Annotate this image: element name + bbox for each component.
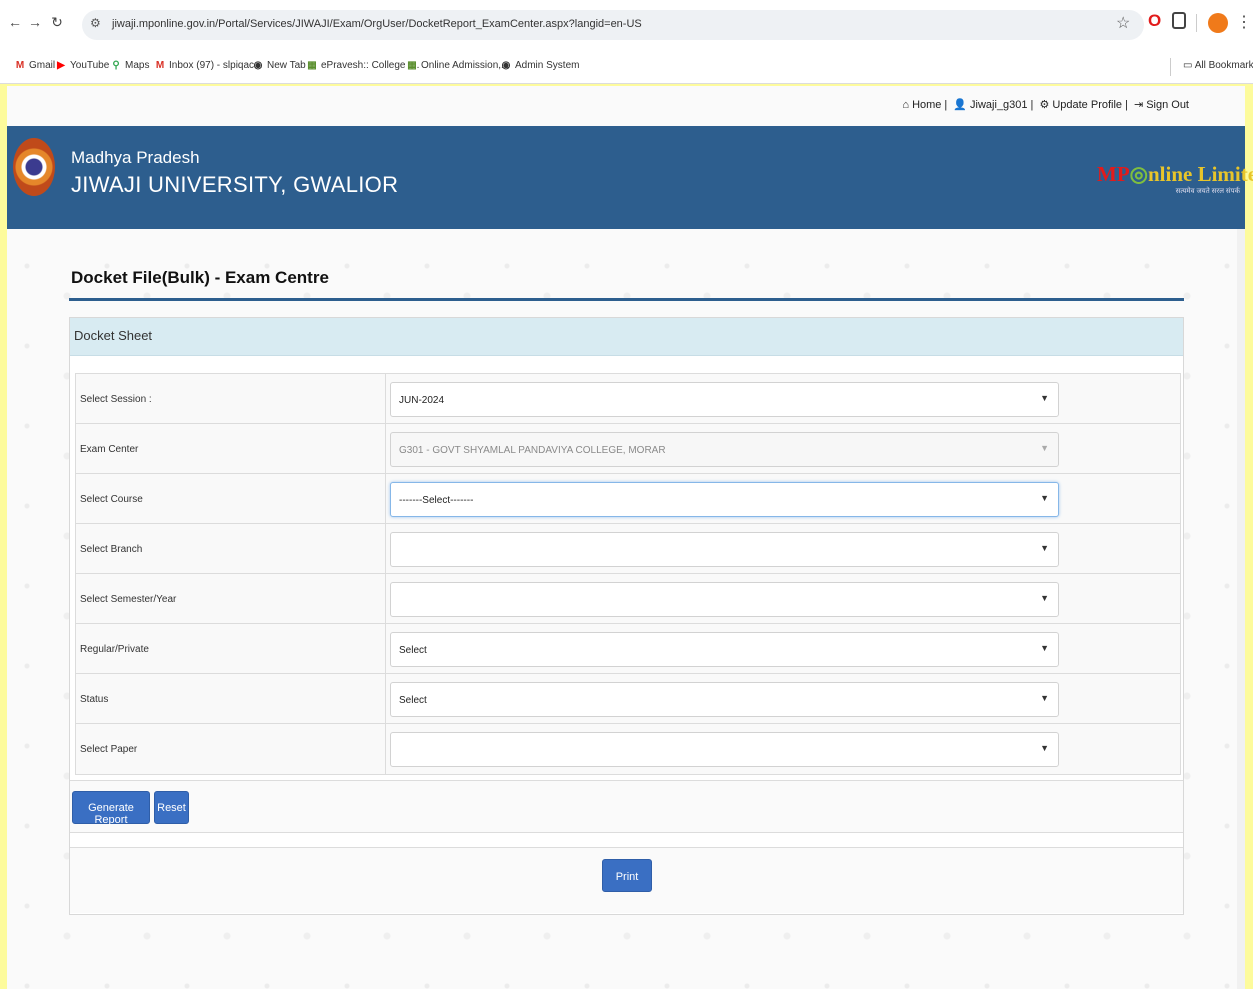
page-heading: Docket File(Bulk) - Exam Centre — [69, 268, 1184, 301]
form-row-semester: Select Semester/Year ▼ — [76, 574, 1180, 624]
form-row-paper: Select Paper ▼ — [76, 724, 1180, 774]
branch-label: Select Branch — [76, 524, 386, 573]
all-bookmarks-button[interactable]: ▭ All Bookmarks — [1183, 60, 1253, 71]
site-info-icon[interactable]: ⚙ — [90, 16, 101, 30]
bookmark-item[interactable]: ▦ ePravesh:: College :... — [306, 60, 419, 71]
paper-select[interactable]: ▼ — [390, 732, 1059, 767]
forward-arrow-icon[interactable]: → — [26, 14, 44, 30]
youtube-icon: ▶ — [57, 60, 65, 71]
exam-center-select: G301 - GOVT SHYAMLAL PANDAVIYA COLLEGE, … — [390, 432, 1059, 467]
bookmark-item[interactable]: M Inbox (97) - slpiqac... — [154, 60, 263, 71]
maps-icon: ⚲ — [112, 60, 120, 71]
branch-select[interactable]: ▼ — [390, 532, 1059, 567]
browser-toolbar: ← → ↻ ⚙ jiwaji.mponline.gov.in/Portal/Se… — [0, 0, 1253, 50]
print-button[interactable]: Print — [602, 859, 652, 892]
regular-private-select[interactable]: Select ▼ — [390, 632, 1059, 667]
bookmark-item[interactable]: ▦ Online Admission,... — [406, 60, 509, 71]
globe-icon: ◉ — [501, 60, 511, 71]
course-select[interactable]: -------Select------- ▼ — [390, 482, 1059, 517]
header-banner: Madhya Pradesh JIWAJI UNIVERSITY, GWALIO… — [7, 126, 1253, 229]
gear-icon: ⚙ — [1039, 99, 1050, 111]
status-label: Status — [76, 674, 386, 723]
update-profile-link[interactable]: ⚙ Update Profile — [1039, 99, 1122, 111]
user-link[interactable]: 👤 Jiwaji_g301 — [953, 99, 1027, 111]
bookmark-item[interactable]: ◉ Admin System — [500, 60, 580, 71]
session-select[interactable]: JUN-2024 ▼ — [390, 382, 1059, 417]
form-row-branch: Select Branch ▼ — [76, 524, 1180, 574]
chevron-down-icon: ▼ — [1040, 643, 1049, 653]
bookmark-item[interactable]: ◉ New Tab — [252, 60, 306, 71]
back-arrow-icon[interactable]: ← — [6, 14, 24, 30]
docket-sheet-panel: Docket Sheet Select Session : JUN-2024 ▼ … — [69, 317, 1184, 915]
gmail-icon: M — [15, 60, 25, 71]
site-icon: ▦ — [407, 60, 417, 71]
university-seal-logo — [13, 138, 55, 196]
state-name: Madhya Pradesh — [71, 148, 200, 167]
semester-label: Select Semester/Year — [76, 574, 386, 623]
home-icon: ⌂ — [902, 99, 910, 111]
user-icon: 👤 — [953, 99, 968, 111]
sign-out-icon: ⇥ — [1133, 99, 1144, 111]
toolbar-divider — [1196, 14, 1197, 32]
bookmark-item[interactable]: M Gmail — [14, 60, 55, 71]
university-name: JIWAJI UNIVERSITY, GWALIOR — [71, 172, 399, 197]
url-text[interactable]: jiwaji.mponline.gov.in/Portal/Services/J… — [112, 18, 642, 30]
chevron-down-icon: ▼ — [1040, 493, 1049, 503]
site-icon: ▦ — [307, 60, 317, 71]
panel-title: Docket Sheet — [70, 318, 1183, 356]
home-link[interactable]: ⌂ Home — [902, 99, 941, 111]
course-label: Select Course — [76, 474, 386, 523]
title-divider — [69, 298, 1184, 301]
chevron-down-icon: ▼ — [1040, 743, 1049, 753]
session-label: Select Session : — [76, 374, 386, 423]
form-actions: Generate Report Reset — [70, 780, 1183, 833]
page-content: ⌂ Home | 👤 Jiwaji_g301 | ⚙ Update Profile | ⇥ S… — [7, 86, 1253, 989]
form-row-session: Select Session : JUN-2024 ▼ — [76, 374, 1180, 424]
profile-avatar[interactable] — [1208, 13, 1228, 33]
address-bar[interactable]: ⚙ jiwaji.mponline.gov.in/Portal/Services… — [82, 10, 1144, 40]
folder-icon: ▭ — [1183, 60, 1195, 71]
page-title: Docket File(Bulk) - Exam Centre — [71, 268, 329, 287]
chevron-down-icon: ▼ — [1040, 543, 1049, 553]
bookmarks-bar: M Gmail ▶ YouTube ⚲ Maps M Inbox (97) - slpi… — [0, 50, 1253, 84]
docket-form: Select Session : JUN-2024 ▼ Exam Center G… — [75, 373, 1181, 775]
chevron-down-icon: ▼ — [1040, 693, 1049, 703]
form-row-course: Select Course -------Select------- ▼ — [76, 474, 1180, 524]
menu-kebab-icon[interactable]: ⋮ — [1236, 12, 1252, 32]
exam-center-label: Exam Center — [76, 424, 386, 473]
form-row-exam-center: Exam Center G301 - GOVT SHYAMLAL PANDAVI… — [76, 424, 1180, 474]
status-select[interactable]: Select ▼ — [390, 682, 1059, 717]
mponline-emblem-icon: ◎ — [1129, 162, 1148, 186]
gmail-icon: M — [155, 60, 165, 71]
paper-label: Select Paper — [76, 724, 386, 774]
bookmark-star-icon[interactable]: ☆ — [1116, 13, 1130, 33]
bookmark-item[interactable]: ⚲ Maps — [110, 60, 149, 71]
reset-button[interactable]: Reset — [154, 791, 189, 824]
semester-select[interactable]: ▼ — [390, 582, 1059, 617]
globe-icon: ◉ — [253, 60, 263, 71]
opera-extension-icon[interactable]: O — [1148, 11, 1161, 31]
form-row-regular-private: Regular/Private Select ▼ — [76, 624, 1180, 674]
user-nav: ⌂ Home | 👤 Jiwaji_g301 | ⚙ Update Profile | ⇥ S… — [7, 86, 1245, 126]
chevron-down-icon: ▼ — [1040, 443, 1049, 453]
sign-out-link[interactable]: ⇥ Sign Out — [1134, 99, 1189, 111]
extension-icon[interactable] — [1172, 12, 1186, 29]
print-area: Print — [70, 847, 1183, 913]
mponline-logo: MP◎nline Limited सत्यमेव जयते सरल संपर्क — [1097, 162, 1253, 195]
form-row-status: Status Select ▼ — [76, 674, 1180, 724]
chevron-down-icon: ▼ — [1040, 393, 1049, 403]
regular-private-label: Regular/Private — [76, 624, 386, 673]
chevron-down-icon: ▼ — [1040, 593, 1049, 603]
reload-icon[interactable]: ↻ — [48, 14, 66, 31]
generate-report-button[interactable]: Generate Report — [72, 791, 150, 826]
bookmarks-divider — [1170, 58, 1171, 76]
bookmark-item[interactable]: ▶ YouTube — [55, 60, 109, 71]
